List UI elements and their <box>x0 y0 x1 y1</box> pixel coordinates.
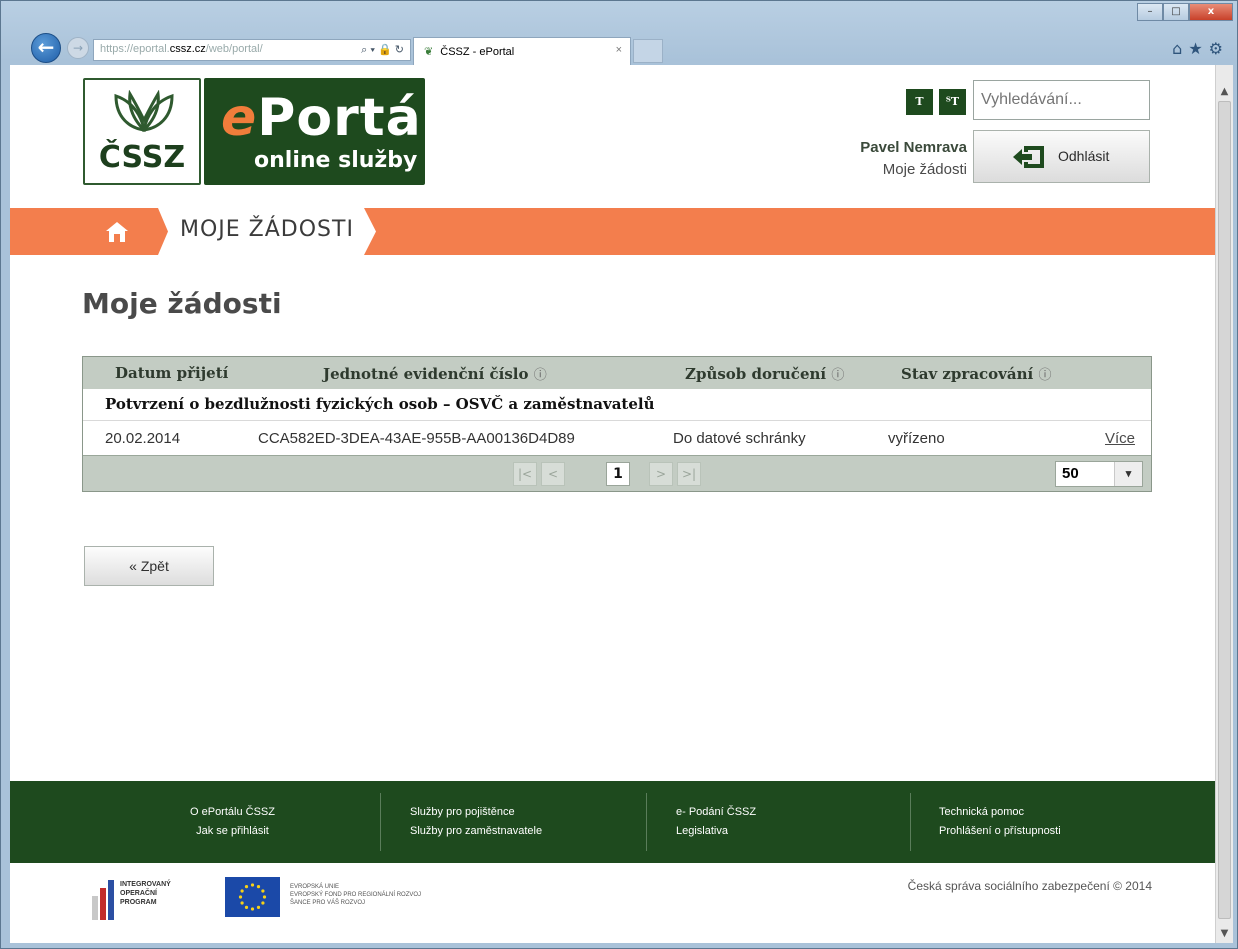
current-page[interactable]: 1 <box>606 462 630 486</box>
maximize-button[interactable]: □ <box>1163 3 1189 21</box>
table-group-title: Potvrzení o bezdlužnosti fyzických osob … <box>83 389 1151 421</box>
chevron-down-icon[interactable]: ▾ <box>1114 462 1142 486</box>
scroll-up-icon[interactable]: ▲ <box>1216 83 1233 101</box>
iop-logo: INTEGROVANÝ OPERAČNÍ PROGRAM <box>90 878 208 922</box>
home-icon <box>106 222 128 242</box>
cell-delivery: Do datové schránky <box>673 430 806 447</box>
forward-arrow-icon[interactable]: → <box>67 37 89 59</box>
footer-link-accessibility[interactable]: Prohlášení o přístupnosti <box>939 822 1061 841</box>
eportal-logo-title: ePortál <box>221 88 441 148</box>
page-viewport: ČSSZ ePortál online služby T ᵀT Pavel Ne… <box>10 65 1215 943</box>
breadcrumb-current[interactable]: MOJE ŽÁDOSTI <box>158 208 368 255</box>
info-icon[interactable]: ⓘ <box>534 368 547 383</box>
footer-col-3: e- Podání ČSSZ Legislativa <box>676 803 756 841</box>
back-button[interactable]: « Zpět <box>84 546 214 586</box>
user-name: Pavel Nemrava <box>860 139 967 156</box>
table-row: 20.02.2014 CCA582ED-3DEA-43AE-955B-AA001… <box>83 421 1151 455</box>
page-title: Moje žádosti <box>82 287 282 320</box>
scroll-thumb[interactable] <box>1218 101 1231 919</box>
footer-link-epodani[interactable]: e- Podání ČSSZ <box>676 803 756 822</box>
scroll-down-icon[interactable]: ▼ <box>1216 925 1233 943</box>
window-controls: – □ x <box>1137 3 1233 23</box>
first-page-button[interactable]: |< <box>513 462 537 486</box>
address-path: /web/portal/ <box>205 43 263 55</box>
footer-link-employers[interactable]: Služby pro zaměstnavatele <box>410 822 542 841</box>
footer-link-legislation[interactable]: Legislativa <box>676 822 756 841</box>
browser-tab[interactable]: ❦ ČSSZ - ePortal × <box>413 37 631 65</box>
logout-button[interactable]: Odhlásit <box>973 130 1150 183</box>
footer-link-insured[interactable]: Služby pro pojištěnce <box>410 803 542 822</box>
eportal-logo[interactable]: ePortál online služby <box>204 78 440 185</box>
copyright: Česká správa sociálního zabezpečení © 20… <box>907 879 1152 893</box>
back-arrow-icon[interactable]: ← <box>31 33 61 63</box>
footer-link-about[interactable]: O ePortálu ČSSZ <box>190 803 275 822</box>
eu-text: EVROPSKÁ UNIE EVROPSKÝ FOND PRO REGIONÁL… <box>290 884 422 906</box>
address-bar[interactable]: https://eportal.cssz.cz/web/portal/ ⌕ ▾ … <box>93 39 411 61</box>
footer-bottom: INTEGROVANÝ OPERAČNÍ PROGRAM EVROPSKÁ UN… <box>10 863 1215 943</box>
next-page-button[interactable]: > <box>649 462 673 486</box>
font-normal-button[interactable]: T <box>906 89 933 115</box>
favicon-icon: ❦ <box>424 46 434 58</box>
footer-link-tech-help[interactable]: Technická pomoc <box>939 803 1061 822</box>
home-link[interactable] <box>82 208 162 255</box>
browser-titlebar: ← → https://eportal.cssz.cz/web/portal/ … <box>1 1 1237 65</box>
col-delivery-header[interactable]: Způsob doručení ⓘ <box>685 364 844 383</box>
home-star-gear-icons[interactable]: ⌂★⚙ <box>1172 39 1229 58</box>
last-page-button[interactable]: >| <box>677 462 701 486</box>
footer-links: O ePortálu ČSSZ Jak se přihlásit Služby … <box>10 781 1215 863</box>
address-tools-icons[interactable]: ⌕ ▾ 🔒 ↻ <box>361 43 404 57</box>
info-icon[interactable]: ⓘ <box>831 368 844 383</box>
per-page-select[interactable]: 50 ▾ <box>1055 461 1143 487</box>
cell-date: 20.02.2014 <box>105 430 181 447</box>
my-requests-link[interactable]: Moje žádosti <box>883 161 967 178</box>
requests-table: Datum přijetí Jednotné evidenční číslo ⓘ… <box>82 356 1152 492</box>
col-status-header[interactable]: Stav zpracování ⓘ <box>901 364 1051 383</box>
browser-window: ← → https://eportal.cssz.cz/web/portal/ … <box>0 0 1238 949</box>
leaves-logo-icon <box>114 90 174 133</box>
new-tab-button[interactable] <box>633 39 663 63</box>
search-input[interactable] <box>973 80 1150 120</box>
prev-page-button[interactable]: < <box>541 462 565 486</box>
footer-divider <box>646 793 647 851</box>
footer-col-2: Služby pro pojištěnce Služby pro zaměstn… <box>410 803 542 841</box>
col-date-header[interactable]: Datum přijetí <box>115 364 228 382</box>
col-jec-header[interactable]: Jednotné evidenční číslo ⓘ <box>323 364 547 383</box>
cell-status: vyřízeno <box>888 430 945 447</box>
logout-icon <box>1013 146 1044 168</box>
per-page-value: 50 <box>1062 465 1079 482</box>
footer-divider <box>380 793 381 851</box>
table-header: Datum přijetí Jednotné evidenční číslo ⓘ… <box>83 357 1151 389</box>
eu-flag-icon <box>225 877 280 917</box>
close-window-button[interactable]: x <box>1189 3 1233 21</box>
tab-close-icon[interactable]: × <box>616 44 622 56</box>
logout-label: Odhlásit <box>1058 148 1110 164</box>
iop-bars-icon <box>92 880 114 920</box>
cell-jec: CCA582ED-3DEA-43AE-955B-AA00136D4D89 <box>258 430 575 447</box>
pagination: |< < 1 > >| 50 ▾ <box>83 455 1151 491</box>
nav-bar: MOJE ŽÁDOSTI <box>10 208 1215 255</box>
footer-divider <box>910 793 911 851</box>
tab-title: ČSSZ - ePortal <box>440 46 515 58</box>
footer-col-1: O ePortálu ČSSZ Jak se přihlásit <box>190 803 275 841</box>
footer-col-4: Technická pomoc Prohlášení o přístupnost… <box>939 803 1061 841</box>
font-large-button[interactable]: ᵀT <box>939 89 966 115</box>
minimize-button[interactable]: – <box>1137 3 1163 21</box>
address-prefix: https://eportal. <box>100 43 170 55</box>
eportal-logo-subtitle: online služby <box>254 148 418 173</box>
breadcrumb: MOJE ŽÁDOSTI <box>82 208 376 255</box>
footer-link-login-help[interactable]: Jak se přihlásit <box>190 822 275 841</box>
cssz-logo[interactable]: ČSSZ <box>83 78 201 185</box>
cssz-logo-text: ČSSZ <box>98 140 186 175</box>
address-domain: cssz.cz <box>169 43 206 55</box>
more-link[interactable]: Více <box>1105 430 1135 447</box>
iop-logo-text: INTEGROVANÝ OPERAČNÍ PROGRAM <box>120 881 171 906</box>
vertical-scrollbar[interactable]: ▲ ▼ <box>1215 65 1233 943</box>
info-icon[interactable]: ⓘ <box>1038 368 1051 383</box>
